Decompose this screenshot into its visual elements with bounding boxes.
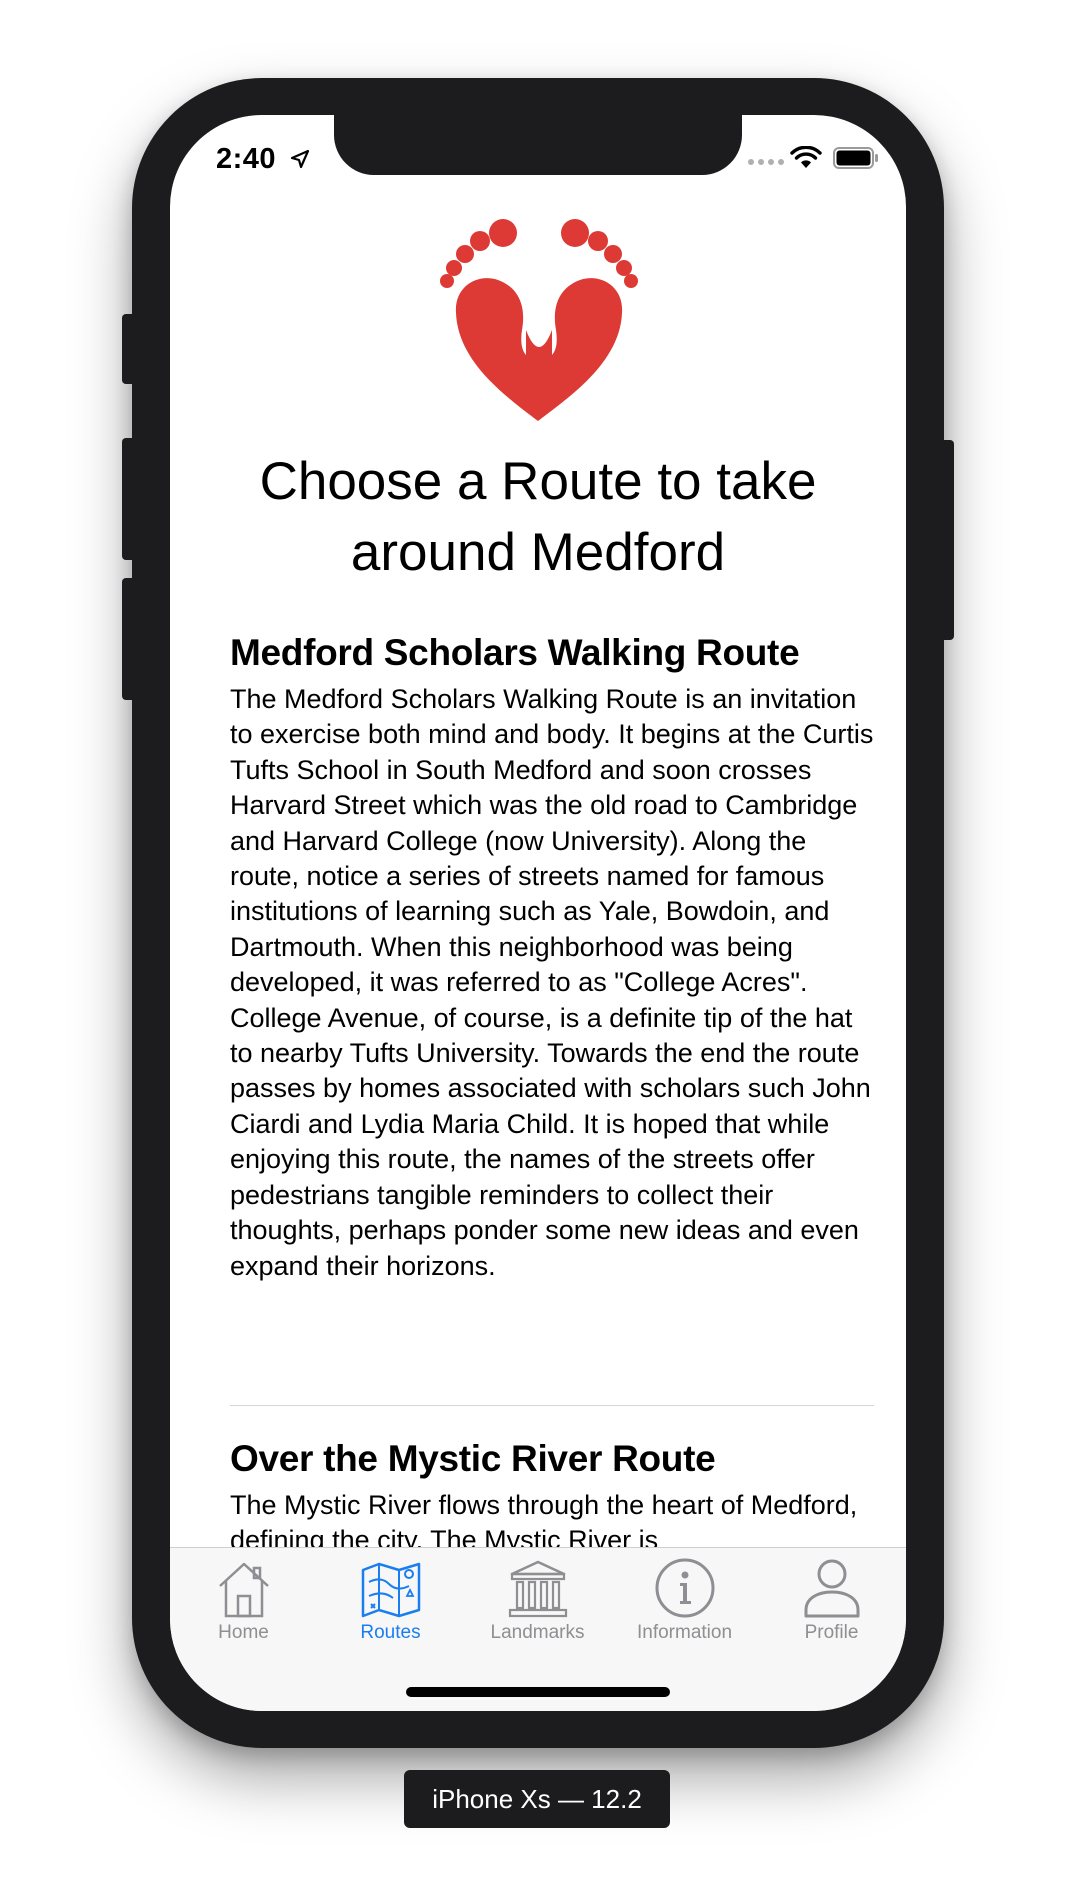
info-icon (655, 1558, 714, 1618)
tab-label: Information (636, 1622, 733, 1643)
status-time: 2:40 (216, 143, 277, 175)
divider (230, 1405, 874, 1406)
notch (334, 115, 742, 175)
tab-landmarks[interactable]: Landmarks (464, 1556, 611, 1656)
tab-label: Routes (360, 1622, 421, 1643)
home-icon (218, 1562, 269, 1618)
signal-dots-icon (748, 159, 784, 165)
device-label: iPhone Xs — 12.2 (404, 1770, 670, 1828)
route-item[interactable]: Medford Scholars Walking Route The Medfo… (230, 630, 874, 1284)
tab-home[interactable]: Home (170, 1556, 317, 1656)
tab-label: Profile (804, 1622, 859, 1643)
scroll-content[interactable]: Choose a Route to take around Medford Me… (170, 115, 906, 1547)
battery-icon (833, 147, 878, 169)
tab-label: Landmarks (490, 1622, 585, 1643)
tab-profile[interactable]: Profile (758, 1556, 905, 1656)
tab-routes[interactable]: Routes (317, 1556, 464, 1656)
route-description: The Medford Scholars Walking Route is an… (230, 684, 874, 1281)
power-button (940, 440, 954, 640)
tab-information[interactable]: Information (611, 1556, 758, 1656)
page-title: Choose a Route to take around Medford (259, 452, 817, 582)
profile-icon (804, 1559, 859, 1618)
route-description: The Mystic River flows through the heart… (230, 1490, 858, 1547)
footprints-heart-icon (440, 219, 638, 421)
volume-down-button (122, 578, 136, 700)
route-item[interactable]: Over the Mystic River Route The Mystic R… (230, 1436, 874, 1547)
route-title: Medford Scholars Walking Route (230, 632, 800, 673)
tab-label: Home (218, 1622, 269, 1643)
home-indicator[interactable] (406, 1687, 670, 1697)
silent-switch (122, 314, 136, 384)
location-arrow-icon (290, 149, 310, 169)
landmark-icon (508, 1560, 567, 1618)
map-icon (361, 1562, 420, 1618)
route-title: Over the Mystic River Route (230, 1438, 716, 1479)
screen: Choose a Route to take around Medford Me… (170, 115, 906, 1711)
wifi-icon (790, 146, 822, 168)
volume-up-button (122, 438, 136, 560)
